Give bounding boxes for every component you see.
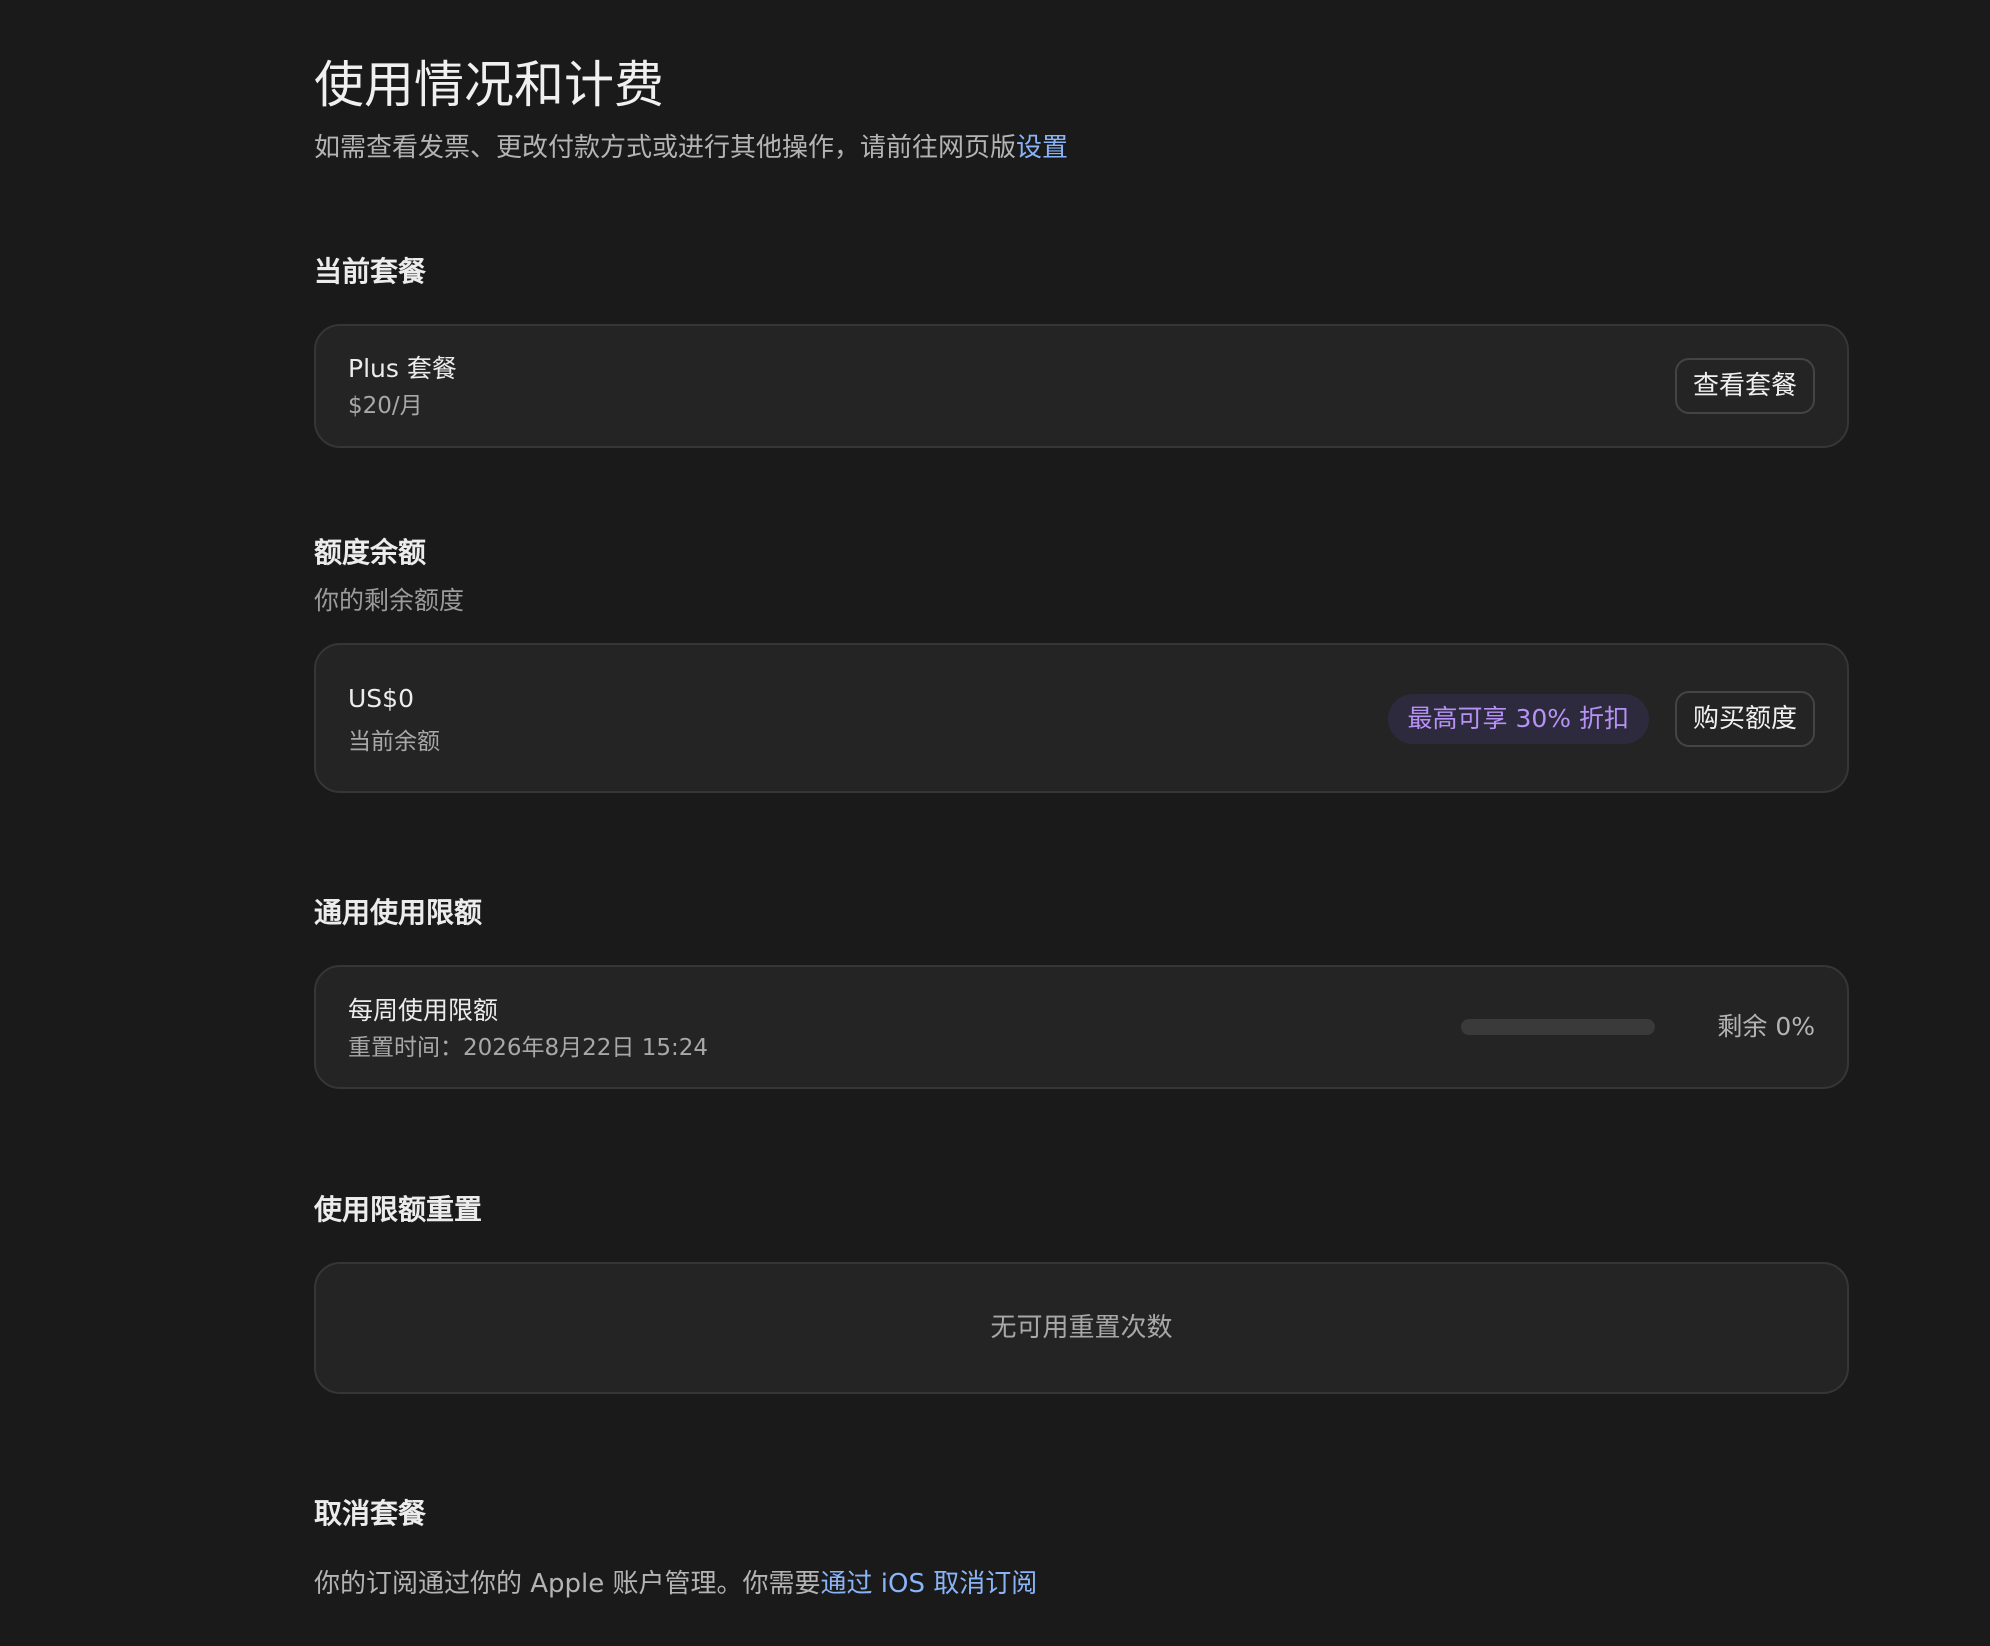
cancel-via-ios-link[interactable]: 通过 iOS 取消订阅 (821, 1569, 1038, 1599)
reset-time: 重置时间：2026年8月22日 15:24 (348, 1035, 709, 1061)
current-plan-heading: 当前套餐 (314, 255, 427, 288)
settings-link[interactable]: 设置 (1016, 133, 1068, 163)
remaining-percent: 剩余 0% (1717, 1012, 1815, 1041)
cancel-plan-description: 你的订阅通过你的 Apple 账户管理。你需要 (314, 1569, 821, 1599)
limit-reset-heading: 使用限额重置 (314, 1193, 483, 1226)
limit-reset-card: 无可用重置次数 (314, 1262, 1849, 1394)
credit-balance-card: US$0 当前余额 最高可享 30% 折扣 购买额度 (314, 643, 1849, 793)
cancel-plan-heading: 取消套餐 (314, 1497, 427, 1530)
balance-amount: US$0 (348, 684, 414, 713)
buy-credits-button[interactable]: 购买额度 (1674, 691, 1815, 747)
usage-limits-heading: 通用使用限额 (314, 896, 483, 929)
plan-name: Plus 套餐 (348, 354, 457, 383)
subtitle-text: 如需查看发票、更改付款方式或进行其他操作，请前往网页版 (314, 133, 1017, 163)
page-subtitle: 如需查看发票、更改付款方式或进行其他操作，请前往网页版设置 (314, 128, 1068, 168)
usage-billing-page: 使用情况和计费 如需查看发票、更改付款方式或进行其他操作，请前往网页版设置 当前… (0, 0, 1990, 1646)
usage-progress-bar (1461, 1019, 1655, 1035)
credit-balance-description: 你的剩余额度 (314, 586, 465, 615)
weekly-limit-title: 每周使用限额 (348, 996, 499, 1025)
current-plan-card: Plus 套餐 $20/月 查看套餐 (314, 324, 1849, 448)
plan-price: $20/月 (348, 393, 423, 419)
weekly-limit-card: 每周使用限额 重置时间：2026年8月22日 15:24 剩余 0% (314, 965, 1849, 1089)
discount-badge: 最高可享 30% 折扣 (1387, 694, 1649, 744)
no-resets-message: 无可用重置次数 (990, 1313, 1173, 1343)
credit-balance-heading: 额度余额 (314, 536, 427, 569)
view-plans-button[interactable]: 查看套餐 (1674, 358, 1815, 414)
page-title: 使用情况和计费 (314, 56, 664, 114)
cancel-plan-text: 你的订阅通过你的 Apple 账户管理。你需要通过 iOS 取消订阅 (314, 1564, 1037, 1604)
balance-label: 当前余额 (348, 729, 440, 755)
